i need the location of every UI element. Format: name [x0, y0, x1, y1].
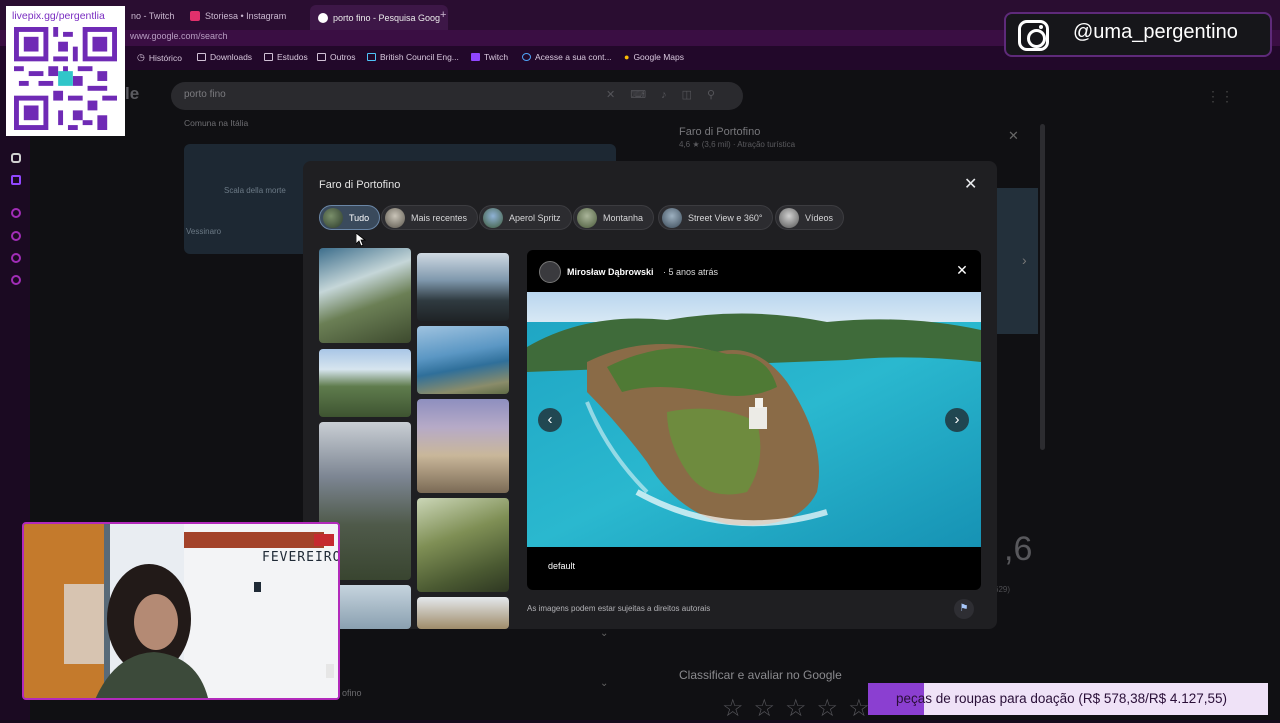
knowledge-panel-rating: 4,6 ★ (3,6 mil) · Atração turística	[679, 140, 796, 149]
chip-aperol-spritz[interactable]: Aperol Spritz	[479, 205, 572, 230]
messenger-icon[interactable]	[11, 208, 21, 218]
close-panel-icon[interactable]: ✕	[1008, 128, 1019, 144]
author-name[interactable]: Mirosław Dąbrowski	[567, 267, 654, 277]
folder-icon	[317, 53, 326, 61]
search-tool-icons[interactable]: ✕⌨♪◫⚲	[606, 88, 730, 101]
webcam-overlay: FEVEREIRO	[22, 522, 340, 700]
scrollbar[interactable]	[1040, 124, 1045, 450]
chip-thumbnail	[385, 207, 405, 228]
search-query[interactable]: porto fino	[184, 89, 226, 100]
chip-thumbnail	[483, 207, 503, 228]
image-caption: default	[548, 561, 576, 571]
bookmark-estudos[interactable]: Estudos	[264, 52, 308, 62]
tab-google-search[interactable]: porto fino - Pesquisa Goog	[310, 5, 449, 30]
map-pin-icon: ●	[624, 52, 630, 62]
folder-icon	[197, 53, 206, 61]
chip-street-view[interactable]: Street View e 360°	[658, 205, 774, 230]
next-image-button[interactable]: ›	[945, 408, 969, 432]
chip-videos[interactable]: Vídeos	[775, 205, 845, 230]
chip-thumbnail	[779, 207, 799, 228]
chip-montanha[interactable]: Montanha	[573, 205, 655, 230]
chip-thumbnail	[662, 207, 682, 228]
google-icon	[318, 12, 328, 23]
apps-grid-icon[interactable]: ⋮⋮	[1206, 88, 1234, 105]
image-thumbnail[interactable]	[319, 248, 411, 343]
instagram-handle: @uma_pergentino	[1073, 21, 1238, 43]
result-fragment: ofino	[342, 688, 362, 698]
bookmark-outros[interactable]: Outros	[317, 52, 356, 62]
history-icon[interactable]	[11, 231, 21, 241]
knowledge-panel-title: Faro di Portofino	[679, 126, 761, 138]
map-label: Scala della morte	[224, 186, 286, 195]
chip-thumbnail	[577, 207, 597, 228]
clock-icon: ◷	[137, 52, 145, 62]
qr-code	[14, 27, 117, 130]
main-photo[interactable]	[527, 292, 981, 547]
image-thumbnail[interactable]	[417, 253, 509, 321]
bookmark-acesse-conta[interactable]: Acesse a sua cont...	[522, 52, 612, 62]
chip-thumbnail	[323, 207, 343, 228]
close-viewer-button[interactable]: ✕	[951, 259, 973, 281]
bookmark-google-maps[interactable]: ● Google Maps	[624, 52, 684, 62]
google-logo[interactable]: le	[125, 84, 139, 104]
bookmark-twitch[interactable]: Twitch	[471, 52, 508, 62]
knowledge-panel-image[interactable]	[996, 188, 1038, 334]
twitch-icon[interactable]	[11, 175, 21, 185]
qr-label: livepix.gg/pergentlia	[12, 10, 105, 22]
rating-stars[interactable]: ☆☆☆☆☆	[722, 694, 880, 723]
image-thumbnail[interactable]	[417, 326, 509, 394]
twitch-icon	[471, 53, 480, 61]
big-rating: ,6	[1004, 530, 1033, 568]
url-text[interactable]: www.google.com/search	[130, 31, 228, 41]
copyright-notice: As imagens podem estar sujeitas a direit…	[527, 604, 711, 613]
image-thumbnail[interactable]	[417, 597, 509, 629]
bookmark-british-council[interactable]: British Council Eng...	[367, 52, 459, 62]
chip-tudo[interactable]: Tudo	[319, 205, 381, 230]
new-tab-button[interactable]: +	[440, 9, 446, 21]
chevron-down-icon[interactable]: ⌄	[600, 628, 608, 639]
british-council-icon	[367, 53, 376, 61]
bookmark-historico[interactable]: ◷ Histórico	[137, 52, 182, 63]
chevron-right-icon[interactable]: ›	[1022, 252, 1027, 268]
folder-icon	[264, 53, 273, 61]
previous-image-button[interactable]: ‹	[538, 408, 562, 432]
mouse-cursor-icon	[356, 233, 366, 247]
close-dialog-button[interactable]: ✕	[964, 174, 977, 194]
settings-icon[interactable]	[11, 275, 21, 285]
image-thumbnail[interactable]	[319, 349, 411, 417]
instagram-icon	[1018, 20, 1049, 51]
instagram-icon	[190, 11, 200, 21]
image-thumbnail[interactable]	[417, 498, 509, 592]
report-flag-icon[interactable]: ⚑	[954, 599, 974, 619]
avatar[interactable]	[539, 261, 561, 283]
image-thumbnail[interactable]	[417, 399, 509, 493]
bookmark-downloads[interactable]: Downloads	[197, 52, 252, 62]
tab-twitch[interactable]: no - Twitch	[118, 6, 182, 26]
chevron-down-icon[interactable]: ⌄	[600, 678, 608, 689]
rate-title: Classificar e avaliar no Google	[679, 668, 842, 682]
tab-instagram[interactable]: Storiesa • Instagram	[182, 6, 294, 26]
donation-goal-text: peças de roupas para doação (R$ 578,38/R…	[896, 691, 1227, 706]
chip-mais-recentes[interactable]: Mais recentes	[381, 205, 479, 230]
dialog-title: Faro di Portofino	[319, 179, 401, 191]
extension-icon[interactable]	[11, 253, 21, 263]
chatgpt-icon[interactable]	[11, 153, 21, 163]
account-icon	[522, 53, 531, 61]
posted-time: · 5 anos atrás	[663, 267, 719, 277]
entity-subtitle: Comuna na Itália	[184, 118, 249, 128]
map-label: Vessinaro	[186, 227, 222, 236]
webcam-wall-sign: FEVEREIRO	[262, 550, 340, 565]
